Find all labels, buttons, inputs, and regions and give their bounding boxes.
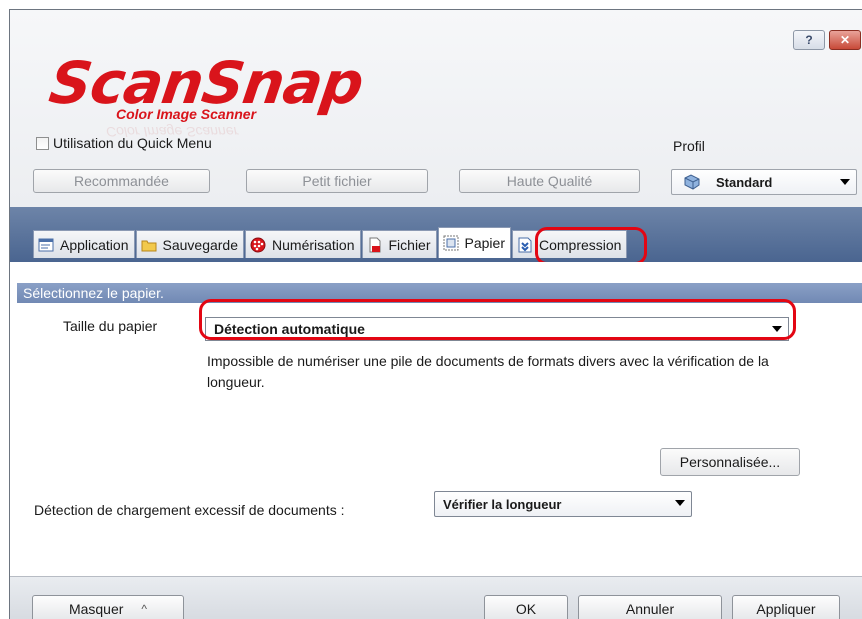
file-icon bbox=[369, 237, 380, 252]
dialog-footer: Masquer ^ OK Annuler Appliquer bbox=[10, 576, 862, 619]
preset-recommended-button[interactable]: Recommandée bbox=[33, 169, 210, 193]
header-area: ? ✕ ScanSnap Color Image Scanner Color I… bbox=[10, 10, 862, 207]
scansnap-logo: ScanSnap Color Image Scanner Color Image… bbox=[45, 49, 367, 140]
tab-fichier-label: Fichier bbox=[388, 236, 431, 253]
chevron-down-icon bbox=[675, 500, 685, 506]
overload-detection-select[interactable]: Vérifier la longueur bbox=[434, 491, 692, 517]
paper-icon bbox=[443, 235, 459, 251]
quick-menu-checkbox[interactable] bbox=[36, 136, 49, 150]
profile-scanner-icon bbox=[684, 174, 700, 190]
tab-sauvegarde-label: Sauvegarde bbox=[162, 236, 239, 253]
profile-select[interactable]: Standard bbox=[671, 169, 857, 195]
profile-select-value: Standard bbox=[716, 174, 773, 190]
paper-size-warning: Impossible de numériser une pile de docu… bbox=[207, 353, 769, 390]
tab-numerisation-label: Numérisation bbox=[272, 236, 355, 253]
apply-button[interactable]: Appliquer bbox=[732, 595, 840, 619]
title-buttons: ? ✕ bbox=[793, 30, 861, 50]
tab-numerisation[interactable]: Numérisation bbox=[245, 230, 361, 258]
papier-tab-highlight bbox=[535, 227, 647, 265]
logo-brand: ScanSnap bbox=[45, 49, 368, 117]
tab-papier-label: Papier bbox=[464, 235, 505, 251]
preset-small-file-button[interactable]: Petit fichier bbox=[246, 169, 428, 193]
logo-subtitle: Color Image Scanner bbox=[116, 106, 257, 122]
cancel-button[interactable]: Annuler bbox=[578, 595, 722, 619]
tab-papier[interactable]: Papier bbox=[437, 227, 511, 258]
tab-application[interactable]: Application bbox=[33, 230, 135, 258]
paper-size-label: Taille du papier bbox=[63, 318, 158, 334]
ok-button[interactable]: OK bbox=[484, 595, 568, 619]
profile-label: Profil bbox=[673, 138, 705, 154]
close-button[interactable]: ✕ bbox=[829, 30, 861, 50]
overload-detection-label: Détection de chargement excessif de docu… bbox=[34, 502, 345, 518]
chevron-down-icon bbox=[840, 179, 850, 185]
custom-size-button[interactable]: Personnalisée... bbox=[660, 448, 800, 476]
scan-color-icon bbox=[250, 237, 266, 252]
hide-button[interactable]: Masquer ^ bbox=[32, 595, 184, 619]
compression-icon bbox=[518, 237, 532, 252]
tab-fichier[interactable]: Fichier bbox=[361, 230, 437, 258]
help-button[interactable]: ? bbox=[793, 30, 825, 50]
preset-high-quality-button[interactable]: Haute Qualité bbox=[459, 169, 640, 193]
quick-menu-label: Utilisation du Quick Menu bbox=[53, 135, 212, 151]
tab-application-label: Application bbox=[60, 236, 129, 253]
hide-button-label: Masquer bbox=[68, 601, 124, 617]
quick-menu-option[interactable]: Utilisation du Quick Menu bbox=[36, 135, 212, 151]
tab-sauvegarde[interactable]: Sauvegarde bbox=[135, 230, 245, 258]
folder-icon bbox=[141, 240, 156, 251]
scansnap-settings-window: ? ✕ ScanSnap Color Image Scanner Color I… bbox=[9, 9, 862, 619]
application-icon bbox=[38, 238, 54, 251]
overload-detection-value: Vérifier la longueur bbox=[443, 496, 562, 512]
chevron-up-icon: ^ bbox=[141, 602, 148, 616]
paper-size-highlight bbox=[199, 299, 796, 340]
